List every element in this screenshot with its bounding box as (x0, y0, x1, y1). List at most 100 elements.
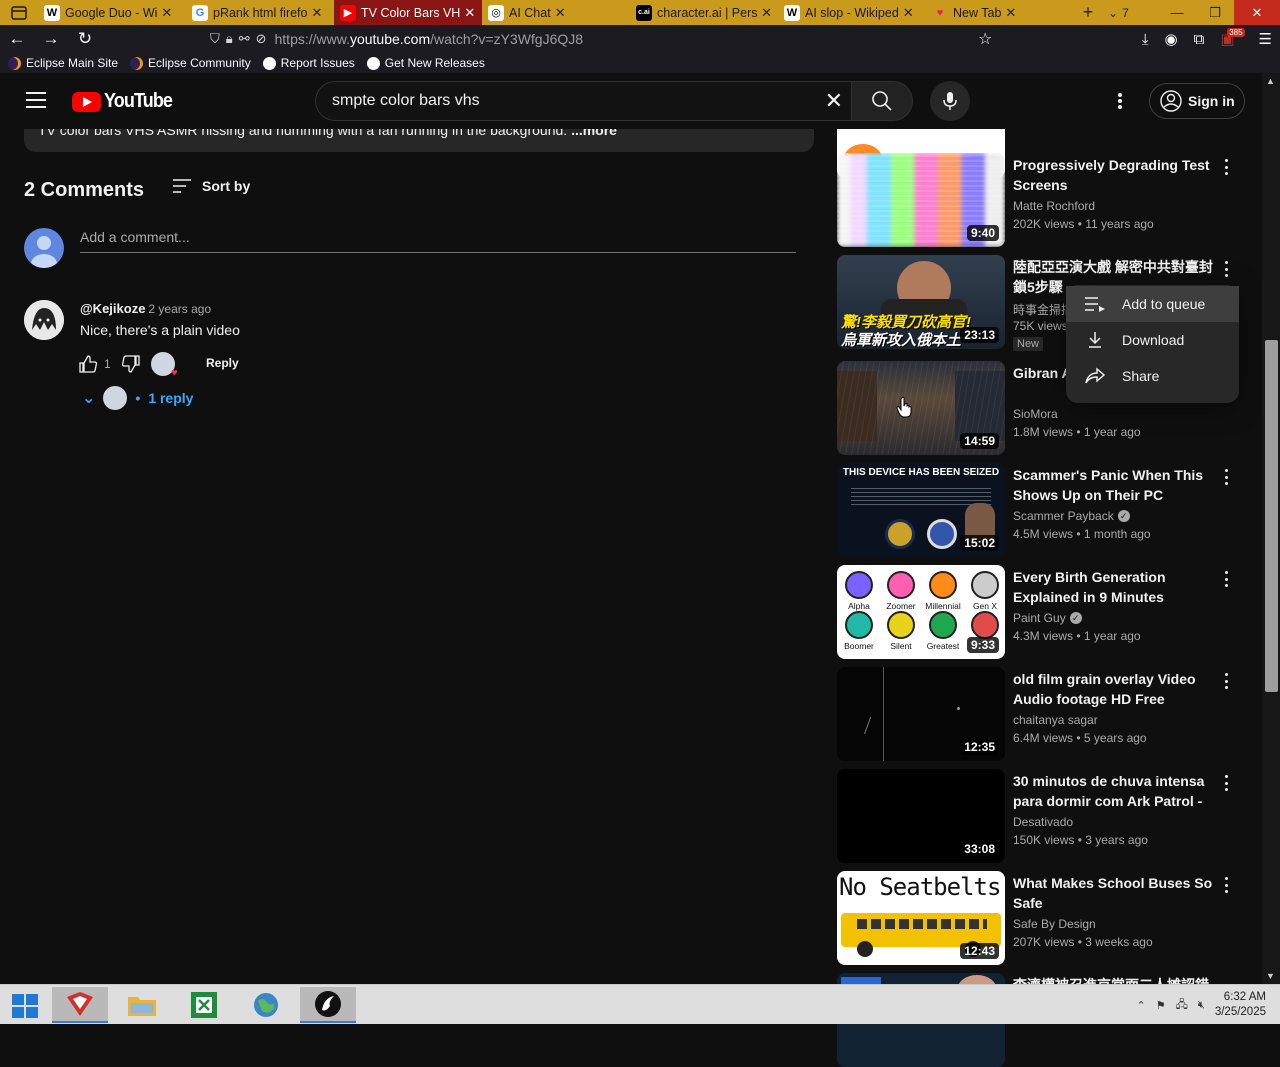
search-button[interactable] (851, 81, 913, 121)
channel-name[interactable]: Desativado (1013, 815, 1073, 829)
video-options-kebab[interactable] (1225, 261, 1229, 277)
url-bar[interactable]: ⛉ 🔒︎ ⚯ ⊘ https://www. youtube.com/watch?v… (210, 25, 1010, 53)
download-icon[interactable]: ⤓ (1142, 31, 1149, 48)
comment-time[interactable]: 2 years ago (148, 302, 211, 316)
extensions-icon[interactable]: ⧉ (1194, 31, 1205, 48)
flag-icon[interactable]: ⚑ (1156, 999, 1166, 1012)
recommended-video[interactable]: 12:35 old film grain overlay Video Audio … (837, 667, 1237, 761)
voice-search-button[interactable] (930, 81, 970, 121)
taskbar-app-browser[interactable] (238, 987, 294, 1023)
clear-search-icon[interactable]: ✕ (825, 90, 843, 112)
close-tab-icon[interactable]: ✕ (1005, 5, 1016, 21)
comment-author-avatar[interactable] (24, 300, 64, 340)
dislike-button[interactable] (121, 354, 141, 374)
bookmark-star-icon[interactable]: ☆ (978, 29, 992, 49)
tab-overflow-button[interactable]: ⌄ 7 (1108, 6, 1129, 20)
page-scrollbar[interactable]: ▲ ▼ (1262, 73, 1280, 984)
video-thumbnail[interactable]: THIS DEVICE HAS BEEN SEIZED 15:02 (837, 463, 1005, 557)
close-tab-icon[interactable]: ✕ (903, 5, 914, 21)
video-options-kebab[interactable] (1225, 673, 1229, 689)
scroll-up-icon[interactable]: ▲ (1266, 76, 1275, 86)
channel-name[interactable]: Scammer Payback (1013, 509, 1114, 523)
channel-name[interactable]: 時事金掃描 (1013, 301, 1073, 318)
recommended-video[interactable]: 9:40 Progressively Degrading Test Screens… (837, 153, 1237, 247)
bookmark-get-new-releases[interactable]: Get New Releases (366, 56, 485, 70)
permissions-icon[interactable]: ⚯ (239, 31, 250, 47)
youtube-logo[interactable]: YouTube (72, 90, 180, 113)
video-options-kebab[interactable] (1225, 877, 1229, 893)
video-thumbnail[interactable]: 12:35 (837, 667, 1005, 761)
browser-tab-2[interactable]: ▶ TV Color Bars VH ✕ (334, 0, 482, 25)
windows-start-button[interactable] (12, 994, 38, 1018)
browser-tab-6[interactable]: ♥ New Tab ✕ (926, 0, 1074, 25)
menu-download[interactable]: Download (1066, 322, 1239, 358)
recommended-video[interactable]: THIS DEVICE HAS BEEN SEIZED 15:02 Scammer'… (837, 463, 1237, 557)
video-title[interactable]: 30 minutos de chuva intensa para dormir … (1013, 771, 1223, 811)
new-tab-button[interactable]: + (1074, 0, 1102, 25)
bookmark-eclipse-main[interactable]: Eclipse Main Site (8, 56, 118, 70)
video-options-kebab[interactable] (1225, 571, 1229, 587)
tab-list-button[interactable] (0, 0, 38, 25)
taskbar-clock[interactable]: 6:32 AM 3/25/2025 (1215, 990, 1266, 1020)
channel-name[interactable]: Safe By Design (1013, 917, 1096, 931)
back-button[interactable]: ← (0, 25, 34, 53)
scroll-down-icon[interactable]: ▼ (1266, 971, 1275, 981)
video-thumbnail[interactable]: 33:08 (837, 769, 1005, 863)
channel-name[interactable]: Paint Guy (1013, 611, 1066, 625)
settings-kebab-button[interactable] (1110, 91, 1130, 111)
video-title[interactable]: old film grain overlay Video Audio foota… (1013, 669, 1223, 709)
video-title[interactable]: Progressively Degrading Test Screens (1013, 155, 1223, 195)
menu-share[interactable]: Share (1066, 358, 1239, 394)
taskbar-app-excel[interactable] (176, 987, 232, 1023)
taskbar-app-mcafee[interactable] (52, 987, 108, 1023)
close-tab-icon[interactable]: ✕ (161, 5, 172, 21)
video-thumbnail[interactable]: No Seatbelts ? 12:43 (837, 871, 1005, 965)
search-input[interactable]: smpte color bars vhs ✕ (315, 81, 851, 121)
video-options-kebab[interactable] (1225, 469, 1229, 485)
menu-icon[interactable]: ☰ (1259, 30, 1272, 48)
minimize-button[interactable]: — (1158, 0, 1196, 25)
taskbar-app-firefox[interactable] (300, 987, 356, 1023)
video-thumbnail[interactable]: Alpha Zoomer Millennial Gen X Boomer Silent Gr… (837, 565, 1005, 659)
recommended-video[interactable]: Alpha Zoomer Millennial Gen X Boomer Silent Gr… (837, 565, 1237, 659)
guide-menu-button[interactable] (26, 92, 46, 108)
network-icon[interactable]: 🖧︎ (1176, 996, 1188, 1015)
lock-icon[interactable]: 🔒︎ (226, 31, 233, 47)
view-replies-button[interactable]: ⌄ • 1 reply (82, 386, 193, 410)
like-button[interactable] (78, 354, 98, 374)
sort-by-button[interactable]: Sort by (172, 178, 250, 194)
scrollbar-thumb[interactable] (1265, 340, 1278, 692)
channel-name[interactable]: chaitanya sagar (1013, 713, 1098, 727)
video-options-kebab[interactable] (1225, 775, 1229, 791)
browser-tab-5[interactable]: W AI slop - Wikiped ✕ (778, 0, 926, 25)
browser-tab-0[interactable]: W Google Duo - Wi ✕ (38, 0, 186, 25)
comment-author[interactable]: @Kejikoze (80, 301, 145, 316)
account-icon[interactable]: ◉ (1165, 30, 1178, 48)
taskbar-app-file-explorer[interactable] (114, 987, 170, 1023)
volume-muted-icon[interactable]: 🔇︎ (1198, 999, 1205, 1012)
video-title[interactable]: Scammer's Panic When This Shows Up on Th… (1013, 465, 1223, 505)
video-title[interactable]: Every Birth Generation Explained in 9 Mi… (1013, 567, 1223, 607)
video-thumbnail[interactable]: 14:59 (837, 361, 1005, 455)
video-title[interactable]: What Makes School Buses So Safe (1013, 873, 1223, 913)
maximize-button[interactable]: ❐ (1196, 0, 1234, 25)
video-thumbnail[interactable]: 驚!李毅買刀砍高官! 烏軍新攻入俄本土 23:13 (837, 255, 1005, 349)
tray-expand-icon[interactable]: ⌃ (1137, 999, 1146, 1012)
close-tab-icon[interactable]: ✕ (555, 5, 566, 21)
bookmark-eclipse-community[interactable]: Eclipse Community (130, 56, 251, 70)
add-comment-input[interactable]: Add a comment... (80, 229, 796, 253)
recommended-video[interactable]: 33:08 30 minutos de chuva intensa para do… (837, 769, 1237, 863)
video-options-kebab[interactable] (1225, 159, 1229, 175)
close-window-button[interactable]: ✕ (1234, 0, 1280, 25)
recommended-video[interactable]: No Seatbelts ? 12:43 What Makes School Bus… (837, 871, 1237, 965)
browser-tab-3[interactable]: ◎ AI Chat ✕ (482, 0, 630, 25)
shield-icon[interactable]: ⛉ (210, 31, 220, 47)
reload-button[interactable]: ↻ (68, 25, 102, 53)
autoplay-blocked-icon[interactable]: ⊘ (256, 31, 267, 47)
extension-badge-icon[interactable]: ▣ 385 (1220, 28, 1245, 48)
close-tab-icon[interactable]: ✕ (311, 5, 322, 21)
channel-name[interactable]: SioMora (1013, 407, 1058, 421)
sign-in-button[interactable]: Sign in (1149, 83, 1245, 119)
close-tab-icon[interactable]: ✕ (464, 5, 475, 21)
browser-tab-1[interactable]: GpRank html firefo ✕ (186, 0, 334, 25)
